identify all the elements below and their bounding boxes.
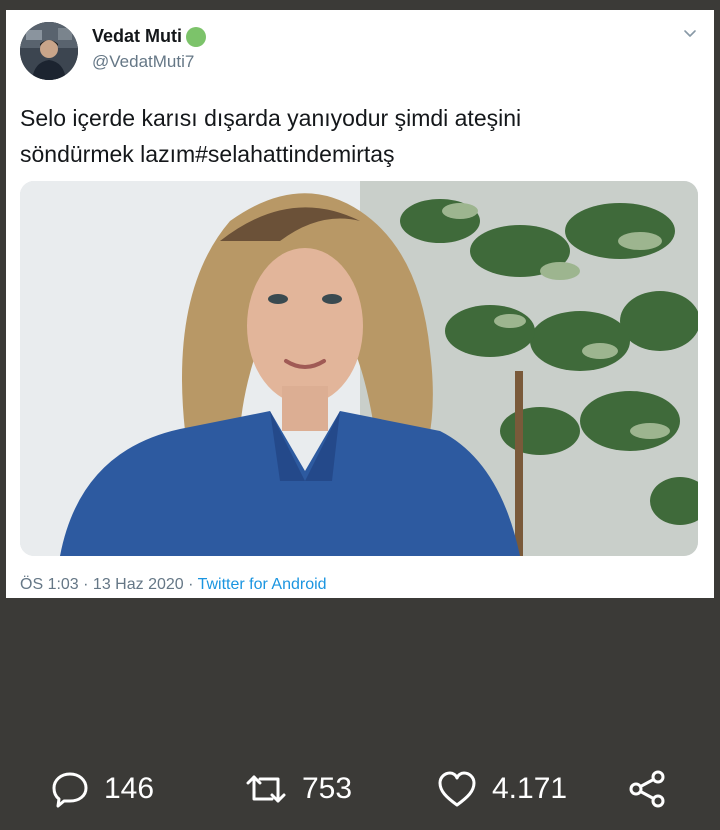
tweet-image[interactable] xyxy=(20,181,698,556)
author-name[interactable]: Vedat Muti xyxy=(92,26,207,47)
comment-count: 146 xyxy=(104,772,155,805)
top-strip xyxy=(0,0,720,10)
action-bar: 146 753 4.171 xyxy=(0,760,720,818)
retweet-icon xyxy=(246,775,286,803)
share-button[interactable] xyxy=(628,760,668,818)
author-name-text: Vedat Muti xyxy=(92,26,183,46)
avatar-image xyxy=(20,22,78,80)
comment-button[interactable]: 146 xyxy=(50,760,154,818)
tweet-meta: ÖS 1:03 · 13 Haz 2020 · Twitter for Andr… xyxy=(20,576,327,594)
green-circle-icon xyxy=(186,26,207,47)
comment-icon xyxy=(52,772,88,808)
tweet-text-line-2: söndürmek lazım#selahattindemirtaş xyxy=(20,141,395,167)
tweet-card[interactable]: Vedat Muti @VedatMuti7 Selo içerde karıs… xyxy=(6,10,714,598)
heart-icon xyxy=(438,771,476,807)
meta-separator: · xyxy=(183,576,198,593)
author-handle[interactable]: @VedatMuti7 xyxy=(92,52,194,72)
chevron-down-icon[interactable] xyxy=(682,26,698,42)
avatar[interactable] xyxy=(20,22,78,80)
meta-separator: · xyxy=(78,576,93,593)
tweet-time: ÖS 1:03 xyxy=(20,576,79,593)
tweet-photo xyxy=(20,181,698,556)
tweet-source-link[interactable]: Twitter for Android xyxy=(198,576,327,593)
like-button[interactable]: 4.171 xyxy=(436,760,567,818)
retweet-button[interactable]: 753 xyxy=(244,760,352,818)
tweet-date[interactable]: 13 Haz 2020 xyxy=(93,576,184,593)
share-icon xyxy=(629,770,665,808)
tweet-text-line-1: Selo içerde karısı dışarda yanıyodur şim… xyxy=(20,105,522,131)
tweet-text: Selo içerde karısı dışarda yanıyodur şim… xyxy=(20,100,690,172)
retweet-count: 753 xyxy=(302,772,353,805)
like-count: 4.171 xyxy=(492,772,568,805)
